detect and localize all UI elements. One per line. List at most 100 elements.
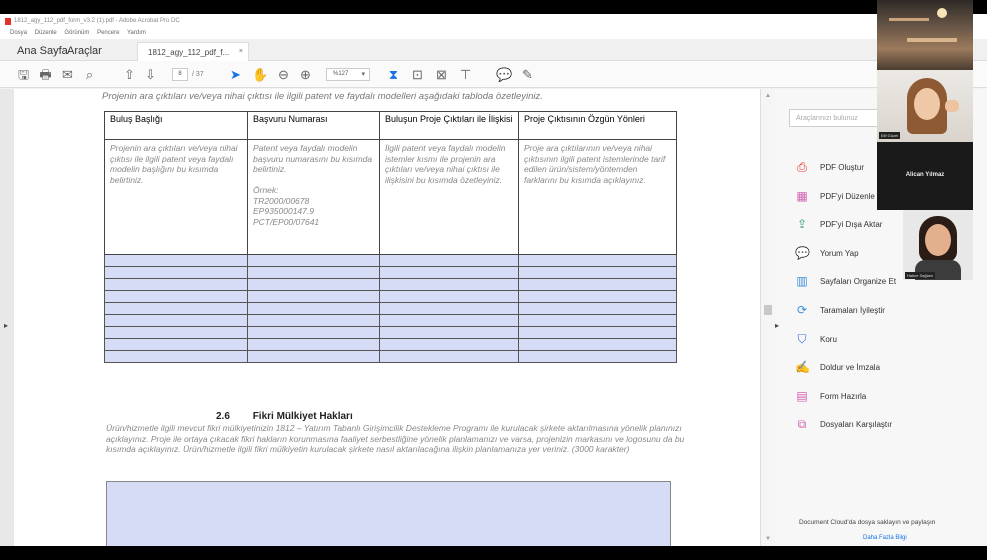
participant-name: Elif Güzel (879, 132, 901, 139)
table-cell-input[interactable] (104, 290, 248, 303)
search-icon[interactable]: ⌕ (82, 67, 97, 82)
ip-rights-form-field[interactable] (106, 481, 671, 546)
tab-tools[interactable]: Araçlar (67, 45, 102, 57)
table-cell-input[interactable] (379, 266, 519, 279)
page-number-input[interactable]: 8 (172, 68, 188, 81)
close-icon[interactable]: × (239, 48, 243, 55)
menu-bar: Dosya Düzenle Görünüm Pencere Yardım (0, 28, 987, 39)
collapse-pane-icon[interactable]: ▸ (775, 321, 779, 330)
zoom-select[interactable]: %127 (326, 68, 370, 81)
table-cell-input[interactable] (247, 314, 380, 327)
tab-home[interactable]: Ana Sayfa (17, 45, 68, 57)
table-cell-input[interactable] (104, 314, 248, 327)
acrobat-window: 1812_agy_112_pdf_form_v3.2 (1).pdf - Ado… (0, 14, 987, 546)
scroll-down-icon[interactable]: ▼ (765, 536, 771, 542)
scroll-thumb[interactable] (764, 305, 772, 315)
mail-icon[interactable]: ✉ (60, 67, 75, 82)
left-nav-strip: ▸ (0, 89, 14, 546)
table-cell-input[interactable] (379, 338, 519, 351)
organize-pages-icon: ▥ (796, 274, 808, 289)
vertical-scrollbar[interactable]: ▲ ▼ (760, 89, 775, 546)
table-row (104, 350, 677, 363)
table-cell-input[interactable] (247, 350, 380, 363)
scroll-up-icon[interactable]: ▲ (765, 93, 771, 99)
table-cell-input[interactable] (379, 302, 519, 315)
table-cell-input[interactable] (518, 326, 677, 339)
table-cell-input[interactable] (379, 278, 519, 291)
save-icon[interactable]: 🖫 (16, 67, 31, 82)
header-original-aspects: Proje Çıktısının Özgün Yönleri (518, 111, 677, 140)
video-tile-participant-4: Hatice Sağlam (903, 210, 973, 280)
table-cell-input[interactable] (247, 326, 380, 339)
desc-original-aspects: Proje ara çıktılarının ve/veya nihai çık… (518, 139, 677, 255)
table-intro-text: Projenin ara çıktıları ve/veya nihai çık… (102, 91, 543, 102)
tool-label: Form Hazırla (820, 391, 867, 401)
table-cell-input[interactable] (247, 338, 380, 351)
screen-top-bar (0, 0, 987, 14)
table-cell-input[interactable] (104, 278, 248, 291)
table-cell-input[interactable] (247, 254, 380, 267)
table-cell-input[interactable] (518, 302, 677, 315)
zoom-out-icon[interactable]: ⊖ (276, 67, 291, 82)
comment-icon: 💬 (795, 245, 810, 260)
page-up-icon[interactable]: ⇧ (122, 67, 137, 82)
table-cell-input[interactable] (518, 338, 677, 351)
document-area: ▸ Projenin ara çıktıları ve/veya nihai ç… (0, 89, 760, 546)
tool-label: Doldur ve İmzala (820, 363, 881, 373)
table-cell-input[interactable] (247, 290, 380, 303)
full-screen-icon[interactable]: ⊠ (434, 67, 449, 82)
table-cell-input[interactable] (379, 350, 519, 363)
table-cell-input[interactable] (518, 290, 677, 303)
comment-icon[interactable]: 💬 (496, 67, 512, 82)
table-cell-input[interactable] (247, 266, 380, 279)
menu-edit[interactable]: Düzenle (35, 30, 57, 36)
table-row (104, 254, 677, 267)
menu-window[interactable]: Pencere (97, 30, 119, 36)
hand-icon[interactable]: ✋ (252, 67, 268, 82)
table-cell-input[interactable] (104, 326, 248, 339)
title-bar: 1812_agy_112_pdf_form_v3.2 (1).pdf - Ado… (0, 14, 987, 28)
desc-invention-title: Projenin ara çıktıları ve/veya nihai çık… (104, 139, 248, 255)
table-cell-input[interactable] (104, 350, 248, 363)
pen-icon[interactable]: ✎ (520, 67, 535, 82)
table-cell-input[interactable] (247, 278, 380, 291)
print-icon[interactable]: 🖶 (38, 67, 53, 82)
table-cell-input[interactable] (518, 350, 677, 363)
fit-page-icon[interactable]: ⧗ (386, 67, 401, 82)
table-cell-input[interactable] (518, 278, 677, 291)
menu-help[interactable]: Yardım (127, 30, 146, 36)
table-row (104, 266, 677, 279)
zoom-in-icon[interactable]: ⊕ (298, 67, 313, 82)
table-cell-input[interactable] (247, 302, 380, 315)
pdf-page: Projenin ara çıktıları ve/veya nihai çık… (14, 89, 760, 546)
tool-label: Sayfaları Organize Et (820, 277, 897, 287)
table-row (104, 278, 677, 291)
rotate-icon[interactable]: ⊡ (410, 67, 425, 82)
table-cell-input[interactable] (379, 326, 519, 339)
fill-sign-icon: ✍ (795, 360, 810, 375)
table-cell-input[interactable] (379, 314, 519, 327)
learn-more-link[interactable]: Daha Fazla Bilgi (863, 535, 907, 541)
table-cell-input[interactable] (104, 266, 248, 279)
table-cell-input[interactable] (518, 314, 677, 327)
table-row (104, 326, 677, 339)
tool-label: Yorum Yap (820, 248, 859, 258)
tool-label: PDF'yi Düzenle (820, 191, 875, 201)
table-cell-input[interactable] (518, 254, 677, 267)
table-cell-input[interactable] (379, 290, 519, 303)
desc-relation: İlgili patent veya faydalı modelin istem… (379, 139, 519, 255)
page-down-icon[interactable]: ⇩ (143, 67, 158, 82)
table-cell-input[interactable] (104, 338, 248, 351)
screen-bottom-bar (0, 546, 987, 560)
scroll-mode-icon[interactable]: ⊤ (458, 67, 473, 82)
tab-document[interactable]: 1812_agy_112_pdf_f... × (137, 42, 249, 61)
table-cell-input[interactable] (104, 254, 248, 267)
table-cell-input[interactable] (518, 266, 677, 279)
table-cell-input[interactable] (379, 254, 519, 267)
table-cell-input[interactable] (104, 302, 248, 315)
document-cloud-text: Document Cloud'da dosya saklayın ve payl… (799, 519, 936, 526)
select-cursor-icon[interactable]: ➤ (228, 67, 243, 82)
expand-left-icon[interactable]: ▸ (4, 321, 8, 330)
menu-view[interactable]: Görünüm (64, 30, 89, 36)
menu-file[interactable]: Dosya (10, 30, 27, 36)
